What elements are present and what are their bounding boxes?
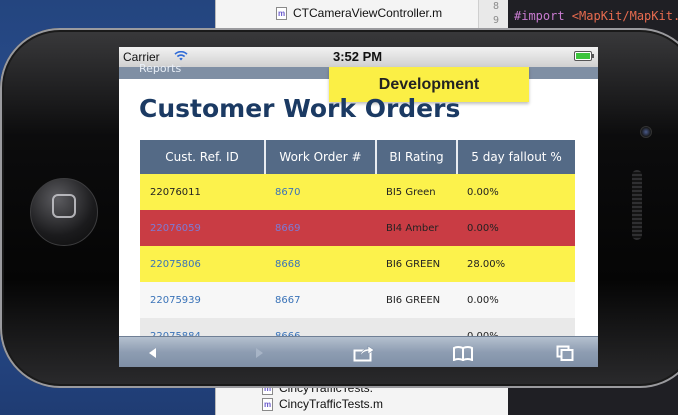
work-order-cell: 8670 (265, 174, 376, 210)
tabs-button[interactable] (553, 343, 577, 363)
bookmarks-icon (453, 346, 473, 361)
table-row: 22076059 8669 BI4 Amber 0.00% (140, 210, 575, 246)
bookmarks-button[interactable] (450, 343, 476, 363)
table-row: 22075806 8668 BI6 GREEN 28.00% (140, 246, 575, 282)
cust-ref-cell: 22076059 (140, 210, 265, 246)
wifi-icon (174, 51, 188, 61)
status-time: 3:52 PM (333, 49, 383, 64)
table-row: 22075939 8667 BI6 GREEN 0.00% (140, 282, 575, 318)
objc-file-icon: m (276, 6, 287, 20)
simulator-screen: Carrier 3:52 PM Reports Development Cust… (119, 47, 598, 367)
work-order-cell: 8669 (265, 210, 376, 246)
file-name: CTCameraViewController.m (293, 6, 443, 20)
share-button[interactable] (351, 343, 377, 363)
work-order-link[interactable]: 8670 (275, 187, 300, 198)
bi-rating-cell: BI4 Amber (376, 210, 457, 246)
bi-rating-cell: BI6 GREEN (376, 246, 457, 282)
reports-link[interactable]: Reports (139, 62, 181, 75)
back-button[interactable] (141, 343, 165, 363)
work-order-cell: 8667 (265, 282, 376, 318)
work-order-link[interactable]: 8667 (275, 295, 300, 306)
cust-ref-cell: 22075806 (140, 246, 265, 282)
forward-icon (256, 348, 263, 358)
code-keyword: #import (514, 9, 572, 23)
file-name: CincyTrafficTests.m (279, 397, 384, 411)
column-header-cust-ref[interactable]: Cust. Ref. ID (140, 140, 266, 174)
back-icon (149, 348, 156, 358)
cust-ref-link[interactable]: 22075939 (150, 295, 201, 306)
tabs-icon (556, 345, 574, 361)
home-square-icon (52, 194, 76, 218)
bi-rating-cell: BI5 Green (376, 174, 457, 210)
work-order-link[interactable]: 8669 (275, 223, 300, 234)
column-header-fallout[interactable]: 5 day fallout % (457, 140, 575, 174)
table-header-row: Cust. Ref. ID Work Order # BI Rating 5 d… (140, 140, 575, 174)
code-import-line[interactable]: #import <MapKit/MapKit.h (514, 9, 678, 23)
earpiece-speaker (632, 170, 642, 240)
file-row-ctcameraviewcontroller[interactable]: m CTCameraViewController.m (276, 6, 442, 20)
code-import-path: <MapKit/MapKit.h (571, 9, 678, 23)
status-bar: Carrier 3:52 PM (119, 47, 598, 67)
cust-ref-cell: 22075939 (140, 282, 265, 318)
work-order-link[interactable]: 8668 (275, 259, 300, 270)
fallout-cell: 0.00% (457, 282, 575, 318)
column-header-bi-rating[interactable]: BI Rating (376, 140, 458, 174)
work-order-cell: 8668 (265, 246, 376, 282)
share-icon (353, 345, 375, 362)
fallout-cell: 28.00% (457, 246, 575, 282)
front-camera-icon (640, 126, 652, 138)
bi-rating-cell: BI6 GREEN (376, 282, 457, 318)
cust-ref-cell: 22076011 (140, 174, 265, 210)
fallout-cell: 0.00% (457, 174, 575, 210)
battery-icon (574, 51, 594, 61)
line-number: 8 (493, 1, 500, 12)
fallout-cell: 0.00% (457, 210, 575, 246)
file-row-cincytraffictests[interactable]: m CincyTrafficTests.m (262, 397, 383, 411)
page-title: Customer Work Orders (139, 94, 461, 123)
table-row: 22076011 8670 BI5 Green 0.00% (140, 174, 575, 210)
safari-toolbar (119, 336, 598, 367)
cust-ref-link[interactable]: 22076059 (150, 223, 201, 234)
objc-file-icon: m (262, 397, 273, 411)
forward-button[interactable] (247, 343, 271, 363)
line-number: 9 (493, 15, 500, 26)
cust-ref-link[interactable]: 22075806 (150, 259, 201, 270)
column-header-work-order[interactable]: Work Order # (265, 140, 377, 174)
work-orders-table: Cust. Ref. ID Work Order # BI Rating 5 d… (140, 140, 575, 354)
